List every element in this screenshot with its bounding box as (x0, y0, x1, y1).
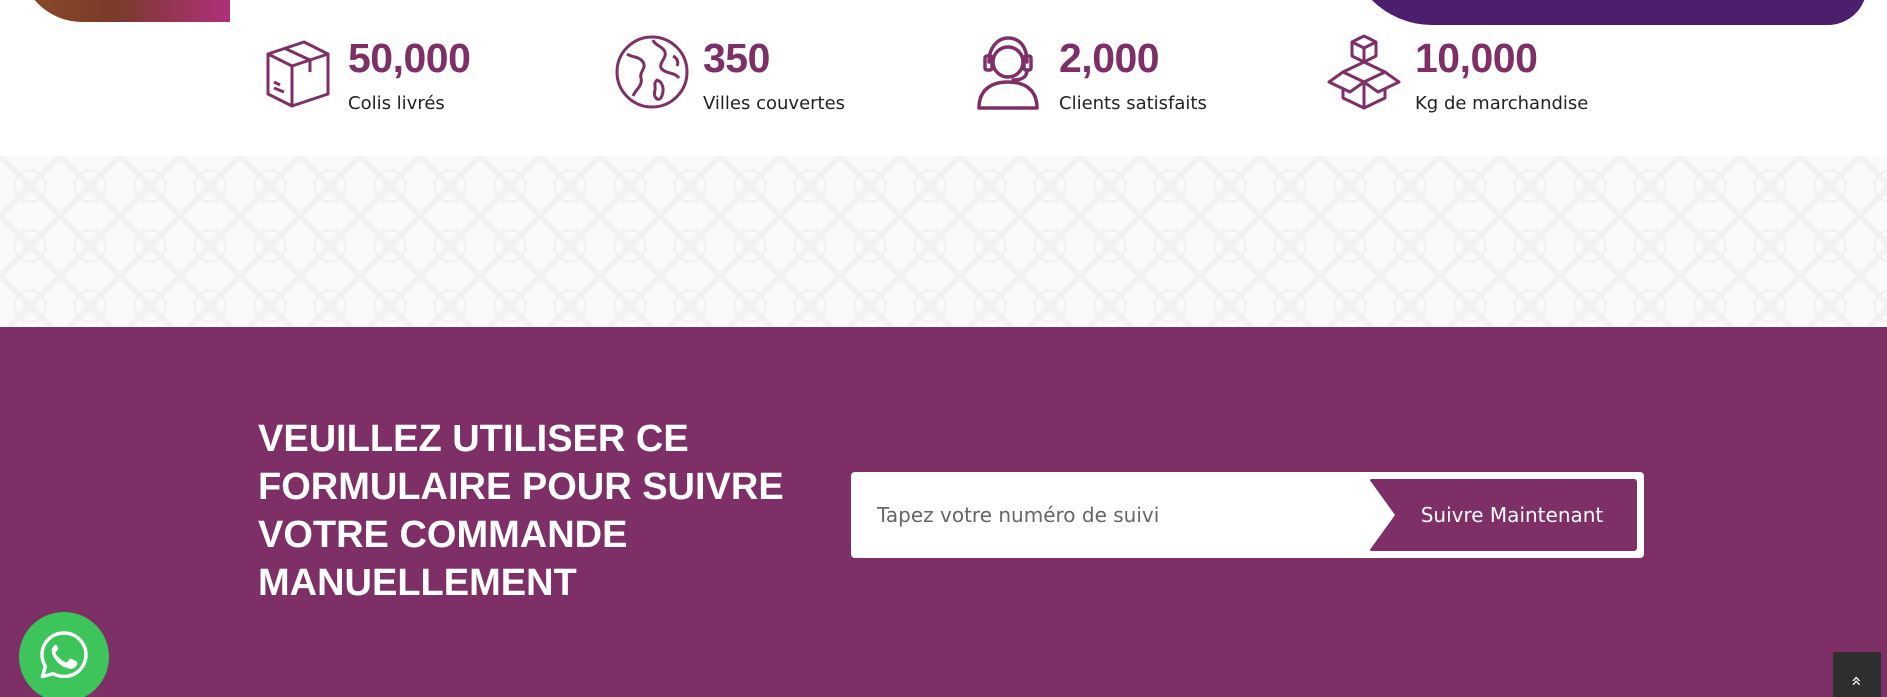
back-to-top-button[interactable]: » (1833, 652, 1881, 697)
tracking-section: VEUILLEZ UTILISER CE FORMULAIRE POUR SUI… (0, 327, 1887, 697)
stat-label: Villes couvertes (703, 93, 846, 114)
stats-section: 50,000 Colis livrés 350 Villes couvertes (0, 0, 1887, 156)
double-chevron-up-icon: » (1845, 675, 1867, 687)
decorative-pattern-band (0, 156, 1887, 327)
stat-value: 2,000 (1059, 35, 1160, 81)
stat-value: 10,000 (1415, 35, 1538, 81)
tracking-title: VEUILLEZ UTILISER CE FORMULAIRE POUR SUI… (258, 418, 784, 604)
package-box-icon (258, 32, 336, 110)
tracking-number-input[interactable] (851, 472, 1361, 558)
stat-cities: 350 Villes couvertes (613, 30, 845, 120)
track-now-button[interactable]: Suivre Maintenant (1369, 479, 1637, 551)
whatsapp-button[interactable] (19, 612, 109, 697)
stat-value: 350 (703, 35, 770, 81)
stat-value: 50,000 (348, 35, 471, 81)
boxes-icon (1325, 32, 1403, 110)
stat-label: Colis livrés (348, 93, 445, 114)
stat-weight: 10,000 Kg de marchandise (1325, 30, 1588, 120)
globe-icon (613, 32, 691, 110)
tracking-form: Suivre Maintenant (851, 472, 1644, 558)
stat-clients: 2,000 Clients satisfaits (969, 30, 1207, 120)
stat-label: Clients satisfaits (1059, 93, 1207, 114)
stat-parcels: 50,000 Colis livrés (258, 30, 471, 120)
support-agent-icon (969, 32, 1047, 110)
stat-label: Kg de marchandise (1415, 93, 1589, 114)
whatsapp-icon (36, 627, 92, 687)
